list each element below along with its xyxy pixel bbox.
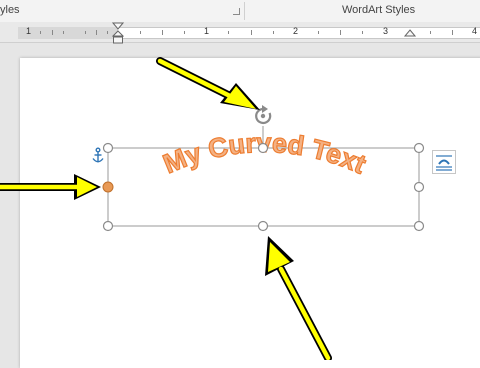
resize-handle-bottom-right[interactable]: [413, 220, 425, 232]
layout-options-icon: [436, 155, 452, 171]
resize-handle-right[interactable]: [413, 181, 425, 193]
resize-handle-bottom-left[interactable]: [102, 220, 114, 232]
curved-wordart-text[interactable]: My Curved Text: [158, 127, 371, 180]
callout-arrow-left: [0, 174, 101, 200]
callout-arrow-bottom: [265, 236, 332, 360]
curve-adjust-handle[interactable]: [102, 181, 114, 193]
text-box-frame[interactable]: [107, 147, 420, 227]
layout-options-button[interactable]: [432, 150, 456, 174]
rotate-handle-icon[interactable]: [255, 105, 272, 125]
anchor-icon: [92, 147, 104, 163]
resize-handle-bottom[interactable]: [257, 220, 269, 232]
resize-handle-top-right[interactable]: [413, 142, 425, 154]
callout-arrow-top: [156, 57, 260, 110]
resize-handle-top-left[interactable]: [102, 142, 114, 154]
resize-handle-top[interactable]: [257, 142, 269, 154]
canvas-overlay: My Curved Text: [0, 57, 425, 360]
